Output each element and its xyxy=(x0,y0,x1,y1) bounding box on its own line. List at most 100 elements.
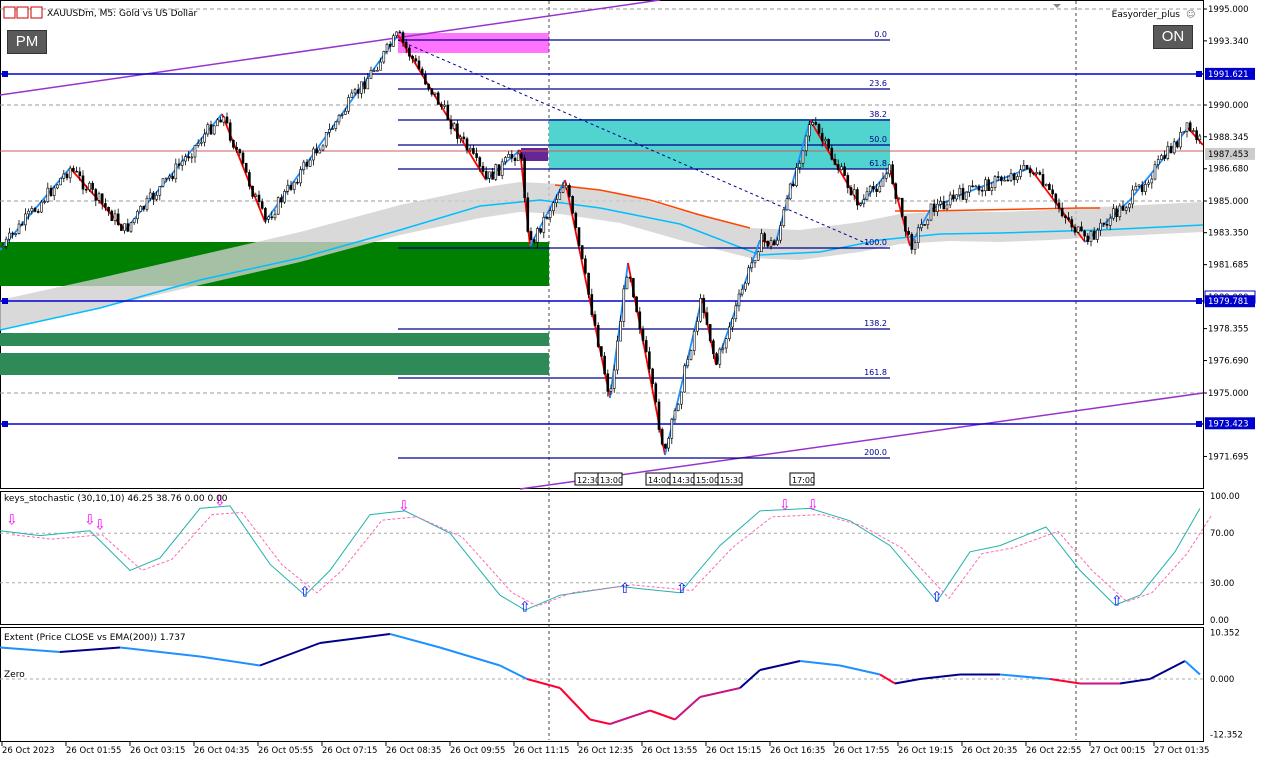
candle-body xyxy=(62,173,66,179)
candle-body xyxy=(606,373,610,392)
candle-body xyxy=(289,184,293,190)
chart-type-icon xyxy=(30,6,43,19)
time-label: 26 Oct 17:55 xyxy=(834,746,889,756)
candle-body xyxy=(1067,217,1070,220)
stoch-scale-label: 0.00 xyxy=(1210,616,1229,626)
fib-level-label: 161.8 xyxy=(864,368,887,377)
candle-body xyxy=(945,204,949,210)
candle-body xyxy=(142,205,146,210)
time-label: 26 Oct 16:35 xyxy=(770,746,825,756)
candle-body xyxy=(692,330,696,351)
candle-body xyxy=(14,233,18,235)
down-arrow-icon: ⇩ xyxy=(94,517,106,533)
stochastic-panel[interactable] xyxy=(0,491,1204,625)
candle-body xyxy=(641,328,645,341)
trading-chart[interactable]: 0.0 23.6 38.2 50.0 61.8 100.0 138.2 161.8 200.0 1… xyxy=(0,0,1261,760)
price-label: 1995.000 xyxy=(1208,5,1249,15)
candle-body xyxy=(827,138,830,149)
candle-body xyxy=(836,164,840,171)
on-button[interactable]: ON xyxy=(1153,25,1193,49)
candle-body xyxy=(817,123,821,134)
candle-body xyxy=(56,184,59,189)
candle-body xyxy=(888,164,891,175)
candle-body xyxy=(657,401,661,430)
candle-body xyxy=(875,188,878,193)
candle-body xyxy=(593,314,597,326)
candle-body xyxy=(264,208,267,220)
candle-body xyxy=(1105,223,1109,226)
candle-body xyxy=(484,171,488,179)
candle-body xyxy=(116,213,120,225)
candle-body xyxy=(152,192,155,200)
candle-body xyxy=(1048,184,1051,191)
candle-body xyxy=(321,145,325,151)
candle-body xyxy=(1057,202,1061,209)
candle-body xyxy=(507,154,510,158)
candle-body xyxy=(779,225,782,241)
candle-body xyxy=(520,153,523,159)
time-marker-label: 14:00 xyxy=(648,476,671,485)
extent-title: Extent (Price CLOSE vs EMA(200)) 1.737 xyxy=(4,633,186,643)
candle-body xyxy=(481,165,485,172)
candle-body xyxy=(612,369,616,389)
down-arrow-icon: ⇩ xyxy=(779,497,791,513)
price-label: 1979.781 xyxy=(1208,297,1249,307)
fib-level-label: 50.0 xyxy=(869,135,887,144)
candle-body xyxy=(936,203,939,212)
candle-body xyxy=(750,262,754,269)
candle-body xyxy=(238,149,242,154)
pm-button[interactable]: PM xyxy=(7,30,47,54)
candle-body xyxy=(728,326,731,340)
candle-body xyxy=(104,203,107,208)
candle-body xyxy=(510,154,514,159)
candle-body xyxy=(580,245,584,260)
level-handle xyxy=(2,298,8,304)
candle-body xyxy=(126,223,130,232)
price-label: 1981.685 xyxy=(1208,261,1249,271)
candle-body xyxy=(961,187,965,200)
candle-body xyxy=(385,43,389,52)
candle-body xyxy=(1028,168,1032,174)
candle-body xyxy=(1044,184,1048,187)
candle-body xyxy=(360,81,363,94)
candle-body xyxy=(1089,230,1093,242)
candle-body xyxy=(488,171,491,179)
candle-body xyxy=(292,181,296,190)
candle-body xyxy=(75,170,78,173)
candle-body xyxy=(257,194,261,203)
candle-body xyxy=(1144,184,1147,192)
candle-body xyxy=(532,239,536,243)
candle-body xyxy=(664,443,667,449)
candle-body xyxy=(625,276,629,290)
candle-body xyxy=(795,167,798,187)
candle-body xyxy=(324,132,328,147)
candle-body xyxy=(660,429,664,445)
chart-type-icon xyxy=(3,6,16,19)
candle-body xyxy=(478,157,482,167)
candle-body xyxy=(334,121,338,129)
candle-body xyxy=(228,122,232,141)
extent-panel[interactable] xyxy=(0,627,1204,742)
candle-body xyxy=(1137,184,1141,187)
level-handle xyxy=(2,71,8,77)
candle-body xyxy=(820,132,824,142)
candle-body xyxy=(1182,131,1186,133)
candle-body xyxy=(670,418,674,439)
price-label: 1988.345 xyxy=(1208,133,1249,143)
candle-body xyxy=(1083,230,1086,237)
candle-body xyxy=(939,201,942,205)
candle-body xyxy=(372,69,376,72)
candle-body xyxy=(1009,173,1013,181)
candle-body xyxy=(187,156,190,159)
candle-body xyxy=(379,61,382,71)
candle-body xyxy=(251,185,254,197)
candle-body xyxy=(491,171,494,180)
candle-body xyxy=(20,223,24,226)
candle-body xyxy=(1195,130,1198,140)
candle-body xyxy=(792,183,795,187)
candle-body xyxy=(785,198,789,211)
candle-body xyxy=(110,210,114,221)
fib-level-label: 138.2 xyxy=(864,319,887,328)
candle-body xyxy=(164,177,168,180)
candle-body xyxy=(635,296,638,313)
